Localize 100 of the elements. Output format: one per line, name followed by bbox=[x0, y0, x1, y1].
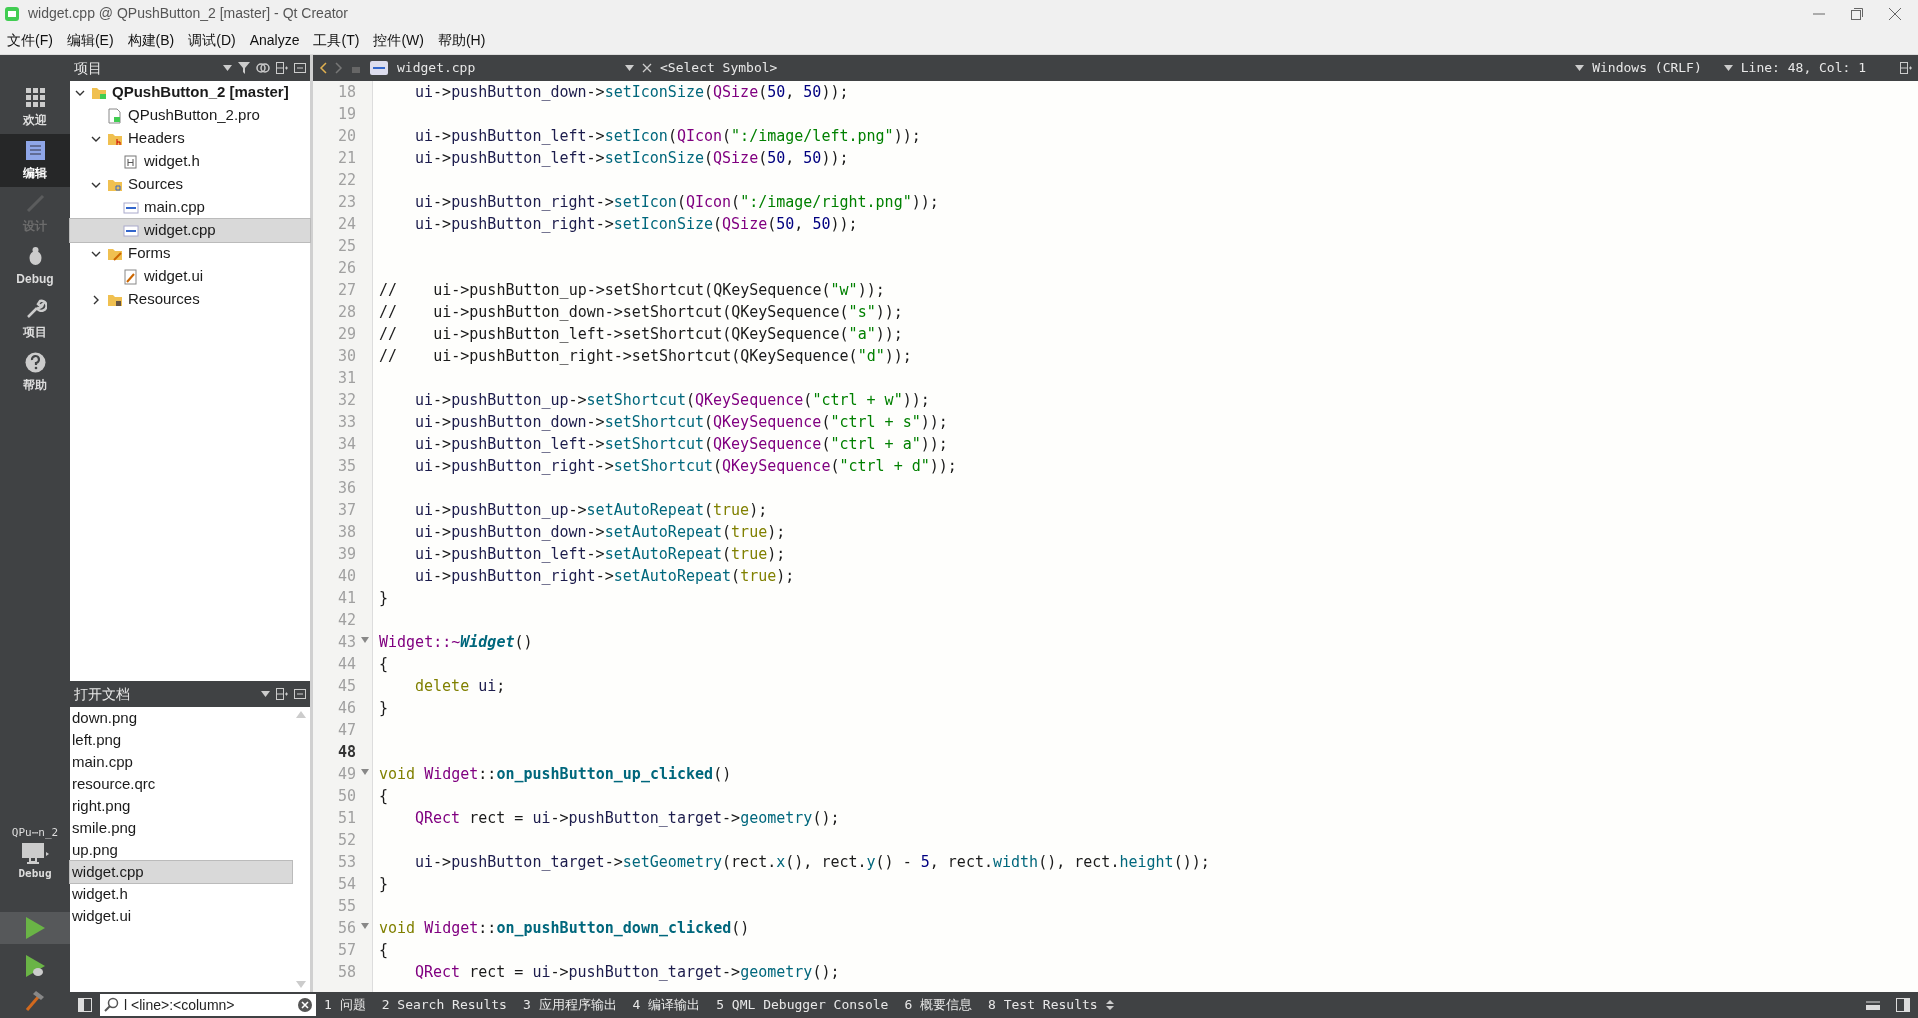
code-line: void Widget::on_pushButton_up_clicked() bbox=[379, 763, 732, 785]
dropdown-icon[interactable] bbox=[1723, 65, 1733, 71]
menu-item[interactable]: 文件(F) bbox=[0, 30, 60, 51]
mode-tab[interactable]: 项目 bbox=[0, 293, 70, 346]
clear-icon[interactable] bbox=[298, 998, 312, 1012]
code-line: QRect rect = ui->pushButton_target->geometry(); bbox=[414, 807, 840, 829]
document-item[interactable]: main.cpp bbox=[70, 751, 292, 773]
output-pane-button[interactable]: 1 问题 bbox=[316, 995, 374, 1015]
code-line: ui->pushButton_up->setAutoRepeat(true); bbox=[414, 499, 768, 521]
header-file-icon bbox=[123, 153, 139, 170]
line-number: 40 bbox=[336, 565, 357, 587]
document-item[interactable]: widget.ui bbox=[70, 905, 292, 927]
split-icon[interactable] bbox=[276, 688, 288, 700]
progress-toggle-icon[interactable] bbox=[1866, 999, 1880, 1011]
close-pane-icon[interactable] bbox=[294, 62, 306, 74]
output-pane-button[interactable]: 6 概要信息 bbox=[896, 995, 981, 1015]
document-icon bbox=[23, 139, 47, 162]
restore-icon[interactable] bbox=[1850, 6, 1864, 21]
line-number: 44 bbox=[336, 653, 357, 675]
cpp-file-icon bbox=[123, 222, 139, 239]
line-number: 26 bbox=[336, 257, 357, 279]
filter-icon[interactable] bbox=[238, 62, 250, 74]
split-icon[interactable] bbox=[276, 62, 288, 74]
menu-item[interactable]: 构建(B) bbox=[120, 30, 182, 51]
document-item[interactable]: up.png bbox=[70, 839, 292, 861]
fold-arrow-icon[interactable] bbox=[361, 769, 369, 775]
line-number: 36 bbox=[336, 477, 357, 499]
dropdown-icon[interactable] bbox=[223, 65, 232, 71]
document-item[interactable]: right.png bbox=[70, 795, 292, 817]
close-icon[interactable] bbox=[1888, 6, 1902, 21]
output-pane-button[interactable]: 2 Search Results bbox=[373, 995, 515, 1015]
menu-item[interactable]: 控件(W) bbox=[366, 30, 431, 51]
tree-item[interactable]: QPushButton_2.pro bbox=[70, 104, 310, 127]
menu-item[interactable]: 编辑(E) bbox=[59, 30, 121, 51]
tree-item[interactable]: widget.ui bbox=[70, 265, 310, 288]
output-pane-button[interactable]: 4 编译输出 bbox=[624, 995, 709, 1015]
monitor-icon[interactable] bbox=[20, 841, 50, 866]
tree-item[interactable]: Forms bbox=[70, 242, 310, 265]
line-number: 54 bbox=[336, 873, 357, 895]
document-item[interactable]: widget.h bbox=[70, 883, 292, 905]
run-icon[interactable] bbox=[24, 916, 46, 940]
hammer-icon[interactable] bbox=[24, 988, 46, 1012]
fold-arrow-icon[interactable] bbox=[361, 923, 369, 929]
line-number: 24 bbox=[336, 213, 357, 235]
mode-tab[interactable]: Debug bbox=[0, 240, 70, 293]
debug-run-icon[interactable] bbox=[24, 954, 46, 978]
form-file-icon bbox=[123, 268, 139, 285]
sidebar-toggle-icon[interactable] bbox=[78, 998, 92, 1012]
split-icon[interactable] bbox=[1900, 62, 1912, 74]
tree-item[interactable]: widget.h bbox=[70, 150, 310, 173]
code-line: // ui->pushButton_up->setShortcut(QKeySequence("w")); bbox=[379, 279, 885, 301]
line-number: 32 bbox=[336, 389, 357, 411]
line-number: 43 bbox=[313, 631, 372, 653]
mode-tab[interactable]: 编辑 bbox=[0, 134, 70, 187]
encoding-selector[interactable]: Windows (CRLF) bbox=[1592, 58, 1702, 78]
line-number: 23 bbox=[336, 191, 357, 213]
line-number: 28 bbox=[336, 301, 357, 323]
kit-build-label: Debug bbox=[18, 865, 52, 882]
menu-item[interactable]: Analyze bbox=[242, 30, 307, 51]
menu-item[interactable]: 工具(T) bbox=[306, 30, 367, 51]
dropdown-icon[interactable] bbox=[625, 65, 634, 71]
line-number: 46 bbox=[336, 697, 357, 719]
code-line: } bbox=[379, 697, 389, 719]
tree-item[interactable]: Resources bbox=[70, 288, 310, 311]
fold-arrow-icon[interactable] bbox=[361, 637, 369, 643]
tree-item[interactable]: main.cpp bbox=[70, 196, 310, 219]
document-item[interactable]: left.png bbox=[70, 729, 292, 751]
code-line: ui->pushButton_right->setShortcut(QKeySequence("ctrl + d")); bbox=[414, 455, 957, 477]
tree-item[interactable]: Headers bbox=[70, 127, 310, 150]
output-pane-button[interactable]: 8 Test Results bbox=[980, 995, 1106, 1015]
locator-field[interactable]: l <line>:<column> bbox=[100, 994, 316, 1016]
tree-item[interactable]: Sources bbox=[70, 173, 310, 196]
sidebar-right-icon[interactable] bbox=[1896, 998, 1910, 1012]
dropdown-icon[interactable] bbox=[261, 691, 270, 697]
document-item[interactable]: smile.png bbox=[70, 817, 292, 839]
document-item[interactable]: resource.qrc bbox=[70, 773, 292, 795]
up-down-arrows-icon[interactable] bbox=[1105, 999, 1114, 1011]
dropdown-icon[interactable] bbox=[1575, 65, 1585, 71]
document-item[interactable]: down.png bbox=[70, 707, 292, 729]
code-line: ui->pushButton_down->setAutoRepeat(true); bbox=[414, 521, 786, 543]
line-number: 50 bbox=[336, 785, 357, 807]
close-pane-icon[interactable] bbox=[294, 688, 306, 700]
search-icon bbox=[104, 997, 120, 1013]
link-icon[interactable] bbox=[256, 63, 270, 73]
line-number: 51 bbox=[336, 807, 357, 829]
menu-item[interactable]: 调试(D) bbox=[181, 30, 243, 51]
output-pane-button[interactable]: 3 应用程序输出 bbox=[514, 995, 625, 1015]
tree-item[interactable]: widget.cpp bbox=[70, 219, 310, 242]
cursor-position[interactable]: Line: 48, Col: 1 bbox=[1740, 58, 1866, 78]
window-title: widget.cpp @ QPushButton_2 [master] - Qt Creator bbox=[28, 4, 349, 23]
line-number: 21 bbox=[336, 147, 357, 169]
menu-item[interactable]: 帮助(H) bbox=[430, 30, 493, 51]
mode-tab[interactable]: 帮助 bbox=[0, 346, 70, 399]
mode-tab[interactable]: 欢迎 bbox=[0, 81, 70, 134]
qt-logo-icon bbox=[4, 5, 20, 22]
document-item[interactable]: widget.cpp bbox=[70, 861, 292, 883]
symbol-selector[interactable]: <Select Symbol> bbox=[660, 58, 1568, 78]
output-pane-button[interactable]: 5 QML Debugger Console bbox=[708, 995, 897, 1015]
tree-item[interactable]: QPushButton_2 [master] bbox=[70, 81, 310, 104]
file-selector[interactable]: widget.cpp bbox=[397, 58, 617, 78]
